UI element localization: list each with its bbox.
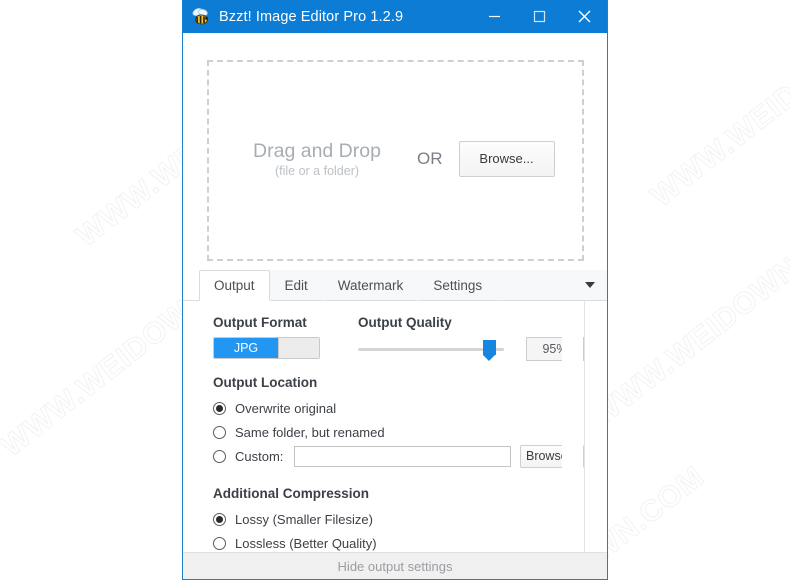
radio-label: Same folder, but renamed xyxy=(235,424,385,440)
radio-button[interactable] xyxy=(213,536,226,550)
tab-edit[interactable]: Edit xyxy=(269,270,323,301)
hide-output-settings-bar[interactable]: Hide output settings xyxy=(183,552,607,579)
additional-compression-group: Additional Compression Lossy (Smaller Fi… xyxy=(213,486,584,552)
format-option-jpg[interactable]: JPG xyxy=(214,338,278,358)
radio-button[interactable] xyxy=(213,401,226,415)
radio-lossy[interactable]: Lossy (Smaller Filesize) xyxy=(213,508,584,530)
quality-slider[interactable] xyxy=(358,338,504,361)
radio-label: Lossy (Smaller Filesize) xyxy=(235,511,373,527)
output-format-title: Output Format xyxy=(213,315,307,330)
quality-slider-thumb[interactable] xyxy=(483,340,496,361)
application-window: Bzzt! Image Editor Pro 1.2.9 Drag and Dr… xyxy=(182,0,608,580)
custom-path-input[interactable] xyxy=(294,445,512,467)
radio-button[interactable] xyxy=(213,425,226,439)
radio-lossless[interactable]: Lossless (Better Quality) xyxy=(213,532,584,552)
output-quality-title: Output Quality xyxy=(358,315,452,330)
radio-custom-location[interactable]: Custom: Browse... xyxy=(213,444,584,468)
dropzone-subtitle: (file or a folder) xyxy=(274,163,360,178)
watermark-text: WWW.WEIDOWN.COM xyxy=(585,199,790,434)
chevron-down-icon[interactable] xyxy=(585,282,595,288)
minimize-button[interactable] xyxy=(472,0,517,33)
radio-same-folder-renamed[interactable]: Same folder, but renamed xyxy=(213,421,584,443)
output-location-group: Output Location Overwrite original Same … xyxy=(213,375,584,468)
watermark-text: WWW.WEIDOWN.COM xyxy=(645,0,790,214)
output-format-group: Output Format JPG xyxy=(213,315,358,359)
tab-settings[interactable]: Settings xyxy=(418,270,498,301)
settings-scrollbar[interactable] xyxy=(562,333,583,552)
title-bar[interactable]: Bzzt! Image Editor Pro 1.2.9 xyxy=(183,0,607,33)
output-format-toggle[interactable]: JPG xyxy=(213,337,320,359)
dropzone-or-label: OR xyxy=(417,148,443,168)
maximize-button[interactable] xyxy=(517,0,562,33)
radio-label: Custom: xyxy=(235,448,284,464)
radio-button[interactable] xyxy=(213,449,226,463)
tab-bar: Output Edit Watermark Settings xyxy=(183,269,607,301)
tab-output[interactable]: Output xyxy=(199,270,270,301)
output-settings-panel: Output Edit Watermark Settings Output Fo… xyxy=(183,269,607,579)
radio-label: Overwrite original xyxy=(235,400,337,416)
radio-overwrite-original[interactable]: Overwrite original xyxy=(213,397,584,419)
browse-button[interactable]: Browse... xyxy=(458,140,555,177)
output-location-title: Output Location xyxy=(213,375,318,390)
format-option-alternate[interactable] xyxy=(278,338,319,358)
dropzone-title: Drag and Drop xyxy=(253,139,381,162)
settings-body: Output Format JPG Output Quality 95% Out… xyxy=(183,301,585,552)
hide-output-settings-label: Hide output settings xyxy=(337,558,453,574)
radio-button[interactable] xyxy=(213,512,226,526)
format-quality-row: Output Format JPG Output Quality 95% xyxy=(213,315,584,361)
dropzone-area: Drag and Drop (file or a folder) OR Brow… xyxy=(183,33,607,269)
radio-label: Lossless (Better Quality) xyxy=(235,535,377,551)
bee-icon xyxy=(190,6,212,28)
file-dropzone[interactable]: Drag and Drop (file or a folder) OR Brow… xyxy=(207,60,584,261)
tab-watermark[interactable]: Watermark xyxy=(322,270,419,301)
tab-overflow-area xyxy=(497,270,607,301)
additional-compression-title: Additional Compression xyxy=(213,486,370,501)
output-quality-group: Output Quality 95% xyxy=(358,315,584,361)
close-button[interactable] xyxy=(562,0,607,33)
window-title: Bzzt! Image Editor Pro 1.2.9 xyxy=(219,8,404,25)
